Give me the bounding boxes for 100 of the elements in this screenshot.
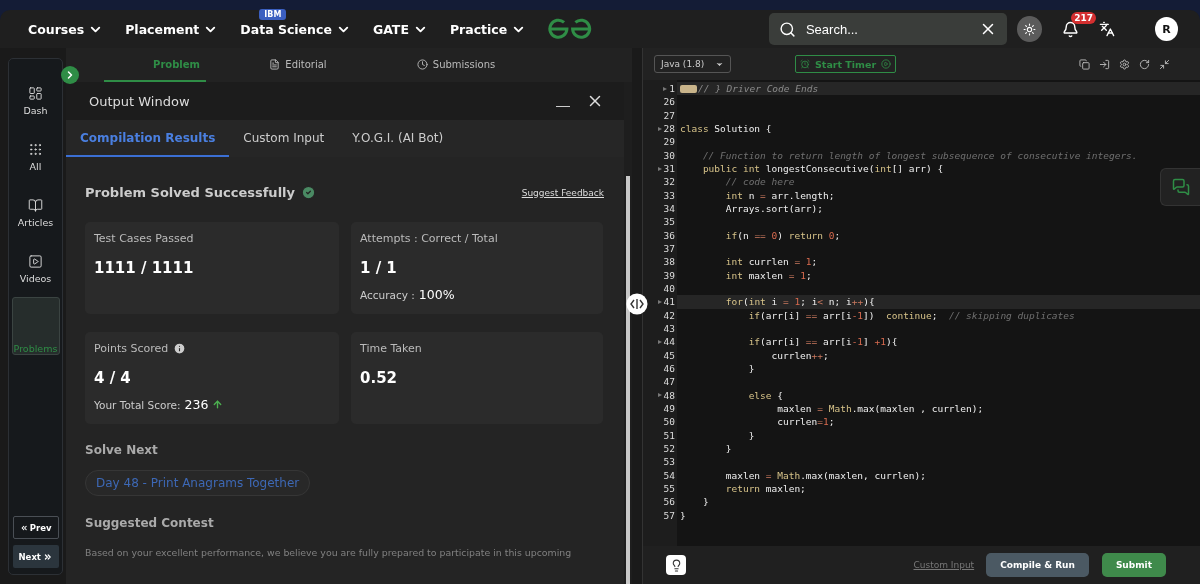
line-number: 47 — [663, 376, 675, 388]
line-number: 42 — [663, 309, 675, 321]
code-line: class Solution { — [680, 122, 772, 136]
code-line: if(arr[i] == arr[i-1]) continue; // skipping duplicates — [747, 308, 1075, 322]
next-button[interactable]: Next — [12, 545, 59, 568]
line-number: 36 — [663, 229, 675, 241]
play-icon — [881, 59, 892, 69]
nav-menu-item[interactable]: Data Science — [240, 21, 351, 37]
fold-icon[interactable] — [663, 86, 668, 91]
nav-menu-item[interactable]: Courses — [28, 21, 104, 37]
note-label: Accuracy : — [360, 288, 415, 301]
sidebar-item[interactable]: All — [11, 129, 60, 185]
logo[interactable] — [547, 18, 593, 40]
line-number: 1 — [669, 83, 675, 95]
line-number: 34 — [663, 203, 675, 215]
line-number: 30 — [663, 149, 675, 161]
fold-icon[interactable] — [657, 339, 662, 344]
card-value: 0.52 — [360, 369, 398, 387]
nav-badge: IBM — [259, 8, 287, 20]
fold-icon[interactable] — [657, 166, 662, 171]
code-line: int maxlen = 1; — [724, 268, 812, 282]
feedback-link[interactable]: Suggest Feedback — [521, 187, 604, 198]
search-icon — [778, 20, 796, 38]
sidebar-item[interactable]: Videos — [11, 241, 60, 297]
custom-input-link[interactable]: Custom Input — [913, 560, 975, 570]
line-number: 41 — [663, 296, 675, 308]
collapse-icon[interactable] — [1159, 58, 1170, 70]
section-heading: Solve Next — [85, 443, 159, 457]
start-timer-button[interactable]: Start Timer — [795, 55, 897, 73]
refresh-icon[interactable] — [1139, 58, 1150, 70]
fold-icon[interactable] — [657, 393, 662, 398]
line-number: 40 — [663, 283, 675, 295]
card-value: 4 / 4 — [94, 369, 132, 387]
nav-menu-item[interactable]: GATE — [372, 21, 428, 37]
note-value: 236 — [184, 397, 209, 412]
line-number: 28 — [663, 123, 675, 135]
output-tab[interactable]: Compilation Results — [66, 120, 230, 157]
line-number: 51 — [663, 429, 675, 441]
scrollbar-thumb[interactable] — [626, 176, 630, 584]
output-tab[interactable]: Custom Input — [229, 120, 339, 157]
import-icon[interactable] — [1099, 58, 1110, 70]
sidebar-item[interactable]: Dash — [11, 73, 60, 129]
video-icon — [28, 254, 43, 269]
nav-menu-item[interactable]: Practice — [449, 21, 527, 37]
code-line: } — [747, 361, 755, 376]
info-icon[interactable] — [173, 342, 187, 355]
code-line: Arrays.sort(arr); — [724, 201, 823, 216]
line-number: 49 — [663, 403, 675, 415]
line-number: 54 — [663, 469, 675, 481]
line-number: 44 — [663, 336, 675, 348]
chat-button[interactable] — [1160, 168, 1200, 206]
code-line: // Function to return length of longest subsequence of consecutive integers. — [701, 148, 1138, 162]
line-number: 52 — [663, 443, 675, 454]
clock-icon — [416, 58, 428, 70]
line-number: 29 — [663, 136, 675, 148]
problem-tab[interactable]: Submissions — [390, 48, 522, 82]
window-title: Output Window — [89, 93, 191, 109]
code-line: int n = arr.length; — [724, 188, 835, 202]
problem-tab[interactable]: Editorial — [232, 48, 364, 82]
line-number: 48 — [663, 389, 675, 401]
splitter-handle[interactable] — [626, 293, 648, 315]
notification-count: 217 — [1071, 11, 1097, 24]
notifications-button[interactable] — [1062, 20, 1080, 38]
code-line: maxlen = Math.max(maxlen , currlen); — [776, 401, 984, 416]
check-circle-icon — [301, 185, 316, 200]
prev-button[interactable]: Prev — [12, 516, 59, 539]
theme-toggle-button[interactable] — [1016, 16, 1043, 42]
line-number: 46 — [663, 363, 675, 375]
copy-icon[interactable] — [1079, 58, 1090, 70]
folded-code-marker[interactable] — [680, 84, 697, 93]
line-number: 26 — [663, 96, 675, 108]
nav-menu-item[interactable]: Placement — [125, 21, 219, 37]
line-number: 31 — [663, 163, 675, 175]
line-number: 33 — [663, 189, 675, 201]
user-avatar[interactable]: R — [1155, 17, 1178, 41]
translate-icon[interactable] — [1099, 21, 1116, 37]
grid-icon — [28, 142, 43, 157]
code-line: public int longestConsecutive(int[] arr) { — [701, 161, 944, 176]
code-line: // code here — [724, 175, 795, 189]
code-line: else { — [747, 388, 783, 402]
fold-icon[interactable] — [657, 299, 662, 304]
search-bar[interactable]: Search... — [768, 13, 1007, 45]
card-value: 1111 / 1111 — [94, 259, 195, 277]
line-number: 38 — [663, 256, 675, 268]
hint-button[interactable] — [666, 555, 686, 575]
card-label: Test Cases Passed — [94, 232, 194, 245]
submit-button[interactable]: Submit — [1101, 553, 1166, 577]
search-field[interactable]: Search... — [803, 20, 971, 38]
code-line: for(int i = 1; i< n; i++){ — [724, 295, 875, 309]
language-select[interactable]: Java (1.8) — [654, 55, 731, 73]
sidebar-item[interactable]: Articles — [11, 185, 60, 241]
section-heading: Suggested Contest — [85, 516, 215, 530]
settings-icon[interactable] — [1119, 58, 1130, 70]
line-number: 50 — [663, 416, 675, 428]
compile-run-button[interactable]: Compile & Run — [986, 553, 1089, 577]
status-heading: Problem Solved Successfully — [85, 185, 295, 200]
output-tab[interactable]: Y.O.G.I. (AI Bot) — [338, 120, 458, 157]
alarm-clock-icon — [800, 59, 810, 69]
fold-icon[interactable] — [657, 126, 662, 131]
line-number: 43 — [663, 323, 675, 335]
